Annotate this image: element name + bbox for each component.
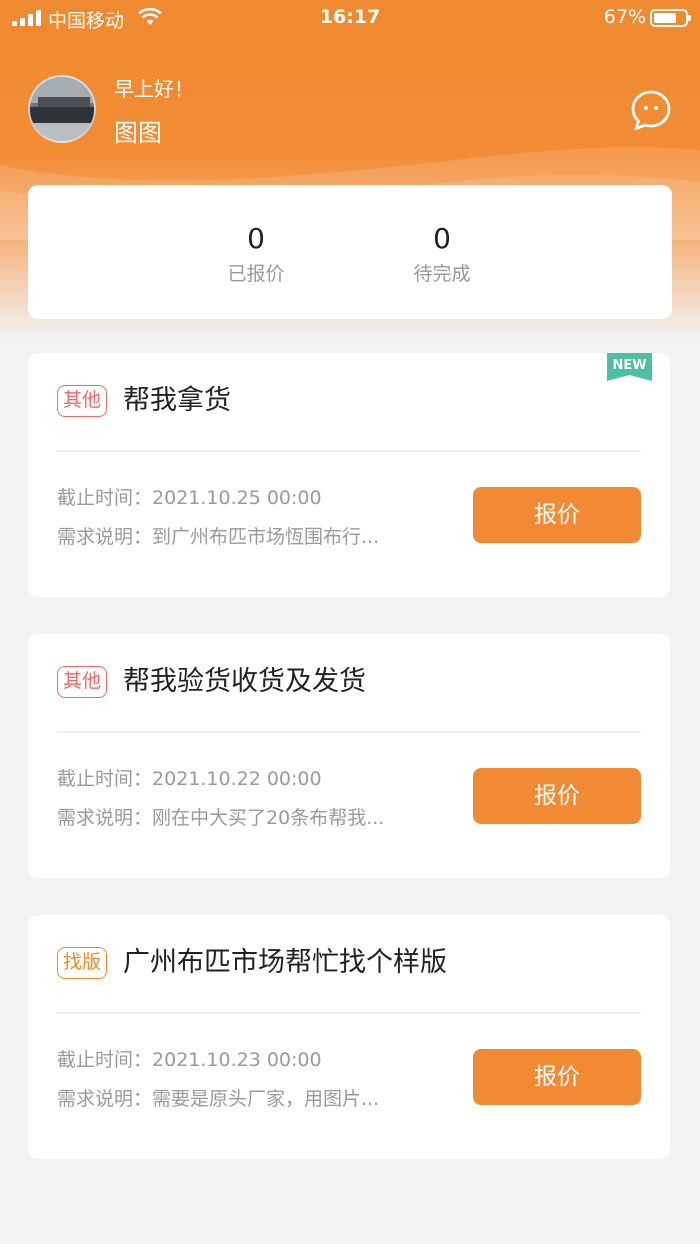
- deadline-value: 2021.10.22 00:00: [152, 768, 322, 790]
- clock: 16:17: [319, 6, 381, 28]
- divider: [57, 731, 641, 733]
- description-value: 刚在中大买了20条布帮我...: [152, 807, 385, 829]
- quote-button[interactable]: 报价: [473, 1049, 641, 1105]
- stat-quoted[interactable]: 0 已报价: [181, 223, 331, 286]
- status-bar: 中国移动 16:17 67%: [0, 0, 700, 36]
- category-tag: 找版: [57, 947, 108, 979]
- new-badge-label: NEW: [612, 358, 646, 373]
- task-card[interactable]: NEW 其他 帮我拿货 截止时间：2021.10.25 00:00 需求说明：到…: [28, 353, 670, 597]
- description-row: 需求说明：需要是原头厂家，用图片...: [57, 1084, 379, 1111]
- greeting-text: 早上好！: [114, 77, 194, 101]
- deadline-label: 截止时间：: [57, 487, 153, 509]
- task-card[interactable]: 其他 帮我验货收货及发货 截止时间：2021.10.22 00:00 需求说明：…: [28, 634, 670, 878]
- task-title: 帮我拿货: [123, 385, 231, 416]
- task-title: 广州布匹市场帮忙找个样版: [123, 947, 447, 978]
- description-row: 需求说明：到广州布匹市场恆围布行...: [57, 522, 379, 549]
- deadline-row: 截止时间：2021.10.23 00:00: [57, 1045, 322, 1072]
- battery-icon: [650, 9, 691, 27]
- deadline-row: 截止时间：2021.10.22 00:00: [57, 764, 322, 791]
- stat-label: 已报价: [227, 263, 285, 285]
- quote-button[interactable]: 报价: [473, 768, 641, 824]
- avatar[interactable]: [28, 75, 96, 143]
- divider: [57, 450, 641, 452]
- stat-value: 0: [433, 222, 451, 255]
- stat-value: 0: [247, 222, 265, 255]
- username: 图图: [114, 119, 162, 147]
- new-badge: NEW: [607, 353, 652, 381]
- stat-label: 待完成: [413, 263, 471, 285]
- deadline-label: 截止时间：: [57, 1049, 153, 1071]
- category-tag: 其他: [57, 666, 108, 698]
- description-label: 需求说明：: [57, 807, 153, 829]
- task-card[interactable]: 找版 广州布匹市场帮忙找个样版 截止时间：2021.10.23 00:00 需求…: [28, 915, 670, 1159]
- deadline-label: 截止时间：: [57, 768, 153, 790]
- divider: [57, 1012, 641, 1014]
- quote-button[interactable]: 报价: [473, 487, 641, 543]
- description-label: 需求说明：: [57, 1088, 153, 1110]
- description-label: 需求说明：: [57, 526, 153, 548]
- category-tag: 其他: [57, 385, 108, 417]
- task-title: 帮我验货收货及发货: [123, 666, 366, 697]
- description-value: 到广州布匹市场恆围布行...: [152, 526, 380, 548]
- stats-card: 0 已报价 0 待完成: [28, 185, 672, 319]
- deadline-row: 截止时间：2021.10.25 00:00: [57, 483, 322, 510]
- stat-pending[interactable]: 0 待完成: [367, 223, 517, 286]
- message-icon[interactable]: [630, 89, 672, 131]
- description-value: 需要是原头厂家，用图片...: [152, 1088, 380, 1110]
- battery-percent: 67%: [603, 6, 646, 28]
- description-row: 需求说明：刚在中大买了20条布帮我...: [57, 803, 384, 830]
- deadline-value: 2021.10.25 00:00: [152, 487, 322, 509]
- deadline-value: 2021.10.23 00:00: [152, 1049, 322, 1071]
